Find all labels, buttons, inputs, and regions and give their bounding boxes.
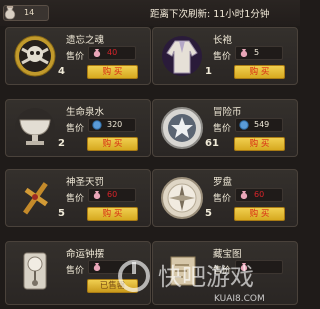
price-box: 549 bbox=[235, 118, 283, 132]
compass-icon bbox=[161, 177, 203, 219]
shop-item-card[interactable]: 2 生命泉水 售价 320 购 买 bbox=[5, 99, 151, 157]
shop-item-card[interactable]: 5 神圣天罚 售价 60 购 买 bbox=[5, 169, 151, 227]
item-quantity: 4 bbox=[58, 66, 65, 77]
price-box: 40 bbox=[88, 46, 136, 60]
item-name: 遗忘之魂 bbox=[66, 35, 105, 46]
pink-bag-icon bbox=[93, 49, 101, 57]
item-quantity: 5 bbox=[58, 208, 65, 219]
pink-bag-icon bbox=[93, 263, 101, 271]
refresh-timer: 距离下次刷新: 11小时1分钟 bbox=[150, 9, 270, 20]
svg-text:KUAI8.COM: KUAI8.COM bbox=[214, 294, 265, 304]
item-name: 生命泉水 bbox=[66, 107, 105, 118]
price-box: 320 bbox=[88, 118, 136, 132]
price-label: 售价 bbox=[213, 124, 232, 134]
item-price: 320 bbox=[107, 120, 123, 129]
pendulum-clock-icon bbox=[23, 252, 47, 290]
price-label: 售价 bbox=[66, 266, 85, 276]
item-name: 神圣天罚 bbox=[66, 177, 105, 188]
item-name: 罗盘 bbox=[213, 177, 233, 188]
fountain-bowl-icon bbox=[15, 108, 55, 148]
item-quantity: 1 bbox=[205, 66, 212, 77]
price-box: 60 bbox=[235, 188, 283, 202]
pink-bag-icon bbox=[93, 191, 101, 199]
item-quantity: 2 bbox=[58, 138, 65, 149]
price-label: 售价 bbox=[66, 194, 85, 204]
price-label: 售价 bbox=[213, 52, 232, 62]
coin-amount: 14 bbox=[24, 8, 35, 17]
buy-button[interactable]: 购 买 bbox=[234, 137, 285, 151]
coin-bag-icon bbox=[4, 6, 16, 20]
shop-item-card[interactable]: 4 遗忘之魂 售价 40 购 买 bbox=[5, 27, 151, 85]
price-label: 售价 bbox=[66, 124, 85, 134]
svg-text:快吧游戏: 快吧游戏 bbox=[158, 263, 254, 291]
item-price: 5 bbox=[254, 48, 260, 57]
buy-button[interactable]: 购 买 bbox=[234, 65, 285, 79]
blue-coin-icon bbox=[239, 120, 249, 130]
buy-button[interactable]: 购 买 bbox=[87, 65, 138, 79]
watermark-graphic: 快吧游戏 KUAI8.COM bbox=[118, 260, 265, 304]
item-name: 冒险币 bbox=[213, 107, 242, 118]
item-price: 549 bbox=[254, 120, 270, 129]
buy-button[interactable]: 购 买 bbox=[87, 137, 138, 151]
item-price: 60 bbox=[107, 190, 118, 199]
skull-crossbones-icon bbox=[14, 35, 56, 77]
adventure-coin-icon bbox=[161, 107, 203, 149]
item-price: 40 bbox=[107, 48, 118, 57]
robe-icon bbox=[162, 36, 202, 76]
price-label: 售价 bbox=[213, 194, 232, 204]
top-bar: 14 距离下次刷新: 11小时1分钟 bbox=[0, 0, 300, 26]
shop-item-card[interactable]: 1 长袍 售价 5 购 买 bbox=[152, 27, 298, 85]
buy-button[interactable]: 购 买 bbox=[87, 207, 138, 221]
item-name: 长袍 bbox=[213, 35, 233, 46]
item-name: 命运钟摆 bbox=[66, 249, 105, 260]
pink-bag-icon bbox=[240, 191, 248, 199]
blue-coin-icon bbox=[92, 120, 102, 130]
holy-cross-icon bbox=[23, 182, 48, 215]
item-quantity: 5 bbox=[205, 208, 212, 219]
coin-balance: 14 bbox=[3, 5, 49, 21]
item-quantity: 61 bbox=[205, 138, 219, 149]
price-box: 60 bbox=[88, 188, 136, 202]
price-box: 5 bbox=[235, 46, 283, 60]
price-label: 售价 bbox=[66, 52, 85, 62]
watermark-logo: 快吧游戏 KUAI8.COM bbox=[118, 247, 298, 305]
item-price: 60 bbox=[254, 190, 265, 199]
shop-item-card[interactable]: 61 冒险币 售价 549 购 买 bbox=[152, 99, 298, 157]
pink-bag-icon bbox=[240, 49, 248, 57]
shop-item-card[interactable]: 5 罗盘 售价 60 购 买 bbox=[152, 169, 298, 227]
buy-button[interactable]: 购 买 bbox=[234, 207, 285, 221]
